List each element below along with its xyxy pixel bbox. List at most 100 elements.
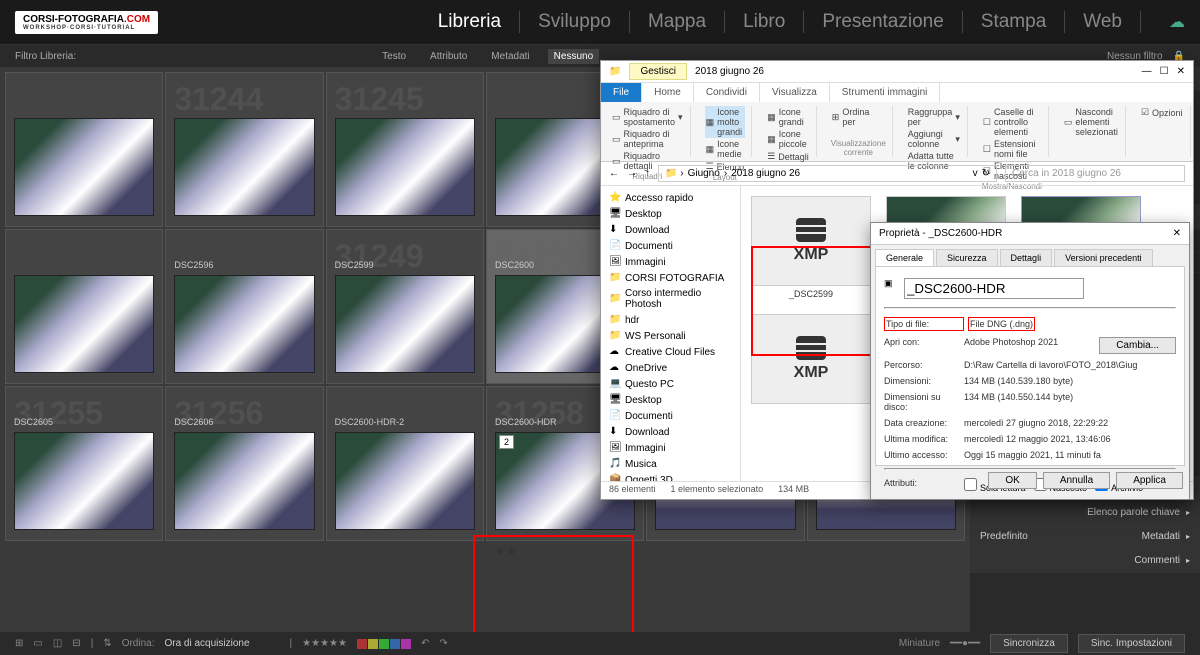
tree-item[interactable]: 📁hdr bbox=[605, 312, 736, 328]
layout-lg-icons[interactable]: ▦ Icone grandi bbox=[766, 106, 810, 128]
forward-icon[interactable]: → bbox=[627, 168, 637, 179]
layout-sm-icons[interactable]: ▦ Icone piccole bbox=[766, 128, 810, 150]
explorer-tab-file[interactable]: File bbox=[601, 83, 642, 102]
props-tab-sicurezza[interactable]: Sicurezza bbox=[936, 249, 998, 266]
close-icon[interactable]: ✕ bbox=[1177, 66, 1185, 77]
tree-item[interactable]: ☁OneDrive bbox=[605, 360, 736, 376]
panel-metadata-header[interactable]: Metadati bbox=[1142, 531, 1180, 542]
color-labels[interactable] bbox=[357, 639, 411, 649]
props-tab-dettagli[interactable]: Dettagli bbox=[1000, 249, 1053, 266]
tree-item[interactable]: 🖥Desktop bbox=[605, 392, 736, 408]
explorer-tab-condividi[interactable]: Condividi bbox=[694, 83, 760, 102]
properties-dialog[interactable]: Proprietà - _DSC2600-HDR ✕ GeneraleSicur… bbox=[870, 222, 1190, 500]
props-annulla-button[interactable]: Annulla bbox=[1043, 472, 1110, 489]
nav-presentazione[interactable]: Presentazione bbox=[822, 11, 962, 33]
rotate-left-icon[interactable]: ↶ bbox=[421, 638, 429, 649]
file-item[interactable]: XMP_DSC2599 bbox=[751, 196, 871, 299]
panel-comments-header[interactable]: Commenti bbox=[1134, 555, 1180, 566]
manage-tab[interactable]: Gestisci bbox=[629, 63, 687, 80]
thumbnail[interactable]: 31245 bbox=[326, 72, 484, 227]
tree-item[interactable]: 🖥Desktop bbox=[605, 206, 736, 222]
sync-settings-button[interactable]: Sinc. Impostazioni bbox=[1078, 634, 1185, 653]
options-button[interactable]: ☑Opzioni bbox=[1140, 106, 1184, 119]
thumbnail[interactable]: 31255DSC2605 bbox=[5, 386, 163, 541]
grid-view-icon[interactable]: ⊞ bbox=[15, 638, 23, 649]
search-input[interactable]: Cerca in 2018 giugno 26 bbox=[1005, 165, 1185, 182]
metadata-preset[interactable]: Predefinito bbox=[980, 531, 1028, 542]
minimize-icon[interactable]: — bbox=[1142, 66, 1152, 77]
tree-item[interactable]: 💻Questo PC bbox=[605, 376, 736, 392]
tree-item[interactable]: 📦Oggetti 3D bbox=[605, 472, 736, 481]
thumbnail[interactable]: 31256DSC2606 bbox=[165, 386, 323, 541]
props-close-icon[interactable]: ✕ bbox=[1173, 228, 1181, 239]
hide-selected[interactable]: ▭Nascondi elementi selezionati bbox=[1063, 106, 1119, 138]
tree-item[interactable]: 📁WS Personali bbox=[605, 328, 736, 344]
change-app-button[interactable]: Cambia... bbox=[1099, 337, 1176, 354]
status-count: 86 elementi bbox=[609, 484, 656, 497]
readonly-checkbox[interactable] bbox=[964, 478, 977, 491]
layout-md-icons[interactable]: ▦ Icone medie bbox=[705, 138, 746, 160]
tree-item[interactable]: 📁CORSI FOTOGRAFIA bbox=[605, 270, 736, 286]
thumbnail[interactable]: 31249DSC2599 bbox=[326, 229, 484, 384]
show-extensions[interactable]: ☐ Estensioni nomi file bbox=[982, 138, 1042, 160]
layout-xl-icons[interactable]: ▦ Icone molto grandi bbox=[705, 106, 746, 138]
thumbnail[interactable] bbox=[5, 229, 163, 384]
back-icon[interactable]: ← bbox=[609, 168, 619, 179]
survey-view-icon[interactable]: ⊟ bbox=[72, 638, 80, 649]
filter-tab-metadati[interactable]: Metadati bbox=[485, 49, 535, 64]
filter-tab-testo[interactable]: Testo bbox=[376, 49, 412, 64]
nav-libro[interactable]: Libro bbox=[743, 11, 804, 33]
explorer-tab-strumenti-immagini[interactable]: Strumenti immagini bbox=[830, 83, 941, 102]
cloud-sync-icon[interactable]: ☁ bbox=[1169, 12, 1185, 32]
tree-item[interactable]: ⬇Download bbox=[605, 424, 736, 440]
props-applica-button[interactable]: Applica bbox=[1116, 472, 1183, 489]
tree-item[interactable]: ⬇Download bbox=[605, 222, 736, 238]
checkbox-items[interactable]: ☐ Caselle di controllo elementi bbox=[982, 106, 1042, 138]
sync-button[interactable]: Sincronizza bbox=[990, 634, 1068, 653]
props-title: Proprietà - _DSC2600-HDR bbox=[879, 228, 1173, 239]
nav-libreria[interactable]: Libreria bbox=[438, 11, 520, 33]
thumbnail[interactable]: 31244 bbox=[165, 72, 323, 227]
nav-pane-button[interactable]: ▭ Riquadro di spostamento ▾ bbox=[611, 106, 684, 128]
props-tab-versioni precedenti[interactable]: Versioni precedenti bbox=[1054, 249, 1153, 266]
rotate-right-icon[interactable]: ↷ bbox=[439, 638, 447, 649]
filename-input[interactable] bbox=[904, 278, 1084, 299]
tree-item[interactable]: 📄Documenti bbox=[605, 408, 736, 424]
compare-view-icon[interactable]: ◫ bbox=[53, 638, 62, 649]
tree-item[interactable]: 🖼Immagini bbox=[605, 254, 736, 270]
explorer-tab-home[interactable]: Home bbox=[642, 83, 694, 102]
thumbnail[interactable] bbox=[5, 72, 163, 227]
thumbnail[interactable]: DSC2600-HDR-2 bbox=[326, 386, 484, 541]
thumb-size-slider[interactable]: ━━●━━ bbox=[950, 638, 980, 649]
props-ok-button[interactable]: OK bbox=[988, 472, 1036, 489]
thumbnail[interactable]: DSC2596 bbox=[165, 229, 323, 384]
file-item[interactable]: XMP bbox=[751, 314, 871, 417]
sort-by-button[interactable]: ⊞Ordina per bbox=[831, 106, 886, 128]
tree-item[interactable]: 🎵Musica bbox=[605, 456, 736, 472]
nav-sviluppo[interactable]: Sviluppo bbox=[538, 11, 630, 33]
address-bar[interactable]: 📁 ›Giugno›2018 giugno 26 v↻ bbox=[658, 165, 997, 182]
sort-direction-icon[interactable]: ⇅ bbox=[103, 638, 111, 649]
up-icon[interactable]: ↑ bbox=[645, 168, 650, 179]
filter-tab-nessuno[interactable]: Nessuno bbox=[548, 49, 599, 64]
rating-filter[interactable]: ★★★★★ bbox=[302, 638, 347, 649]
nav-stampa[interactable]: Stampa bbox=[981, 11, 1065, 33]
explorer-tab-visualizza[interactable]: Visualizza bbox=[760, 83, 830, 102]
folder-tree[interactable]: ⭐Accesso rapido🖥Desktop⬇Download📄Documen… bbox=[601, 186, 741, 481]
preview-pane-button[interactable]: ▭ Riquadro di anteprima bbox=[611, 128, 684, 150]
tree-item[interactable]: ⭐Accesso rapido bbox=[605, 190, 736, 206]
props-tab-generale[interactable]: Generale bbox=[875, 249, 934, 266]
maximize-icon[interactable]: ☐ bbox=[1160, 66, 1169, 77]
tree-item[interactable]: 🖼Immagini bbox=[605, 440, 736, 456]
tree-item[interactable]: 📄Documenti bbox=[605, 238, 736, 254]
nav-mappa[interactable]: Mappa bbox=[648, 11, 725, 33]
loupe-view-icon[interactable]: ▭ bbox=[33, 638, 42, 649]
group-by[interactable]: Raggruppa per ▾ bbox=[907, 106, 961, 128]
panel-keywordlist-header[interactable]: Elenco parole chiave bbox=[1087, 507, 1180, 518]
tree-item[interactable]: ☁Creative Cloud Files bbox=[605, 344, 736, 360]
filter-tab-attributo[interactable]: Attributo bbox=[424, 49, 473, 64]
tree-item[interactable]: 📁Corso intermedio Photosh bbox=[605, 286, 736, 312]
nav-web[interactable]: Web bbox=[1083, 11, 1141, 33]
add-columns[interactable]: Aggiungi colonne ▾ bbox=[907, 128, 961, 150]
sort-value[interactable]: Ora di acquisizione bbox=[164, 638, 249, 649]
